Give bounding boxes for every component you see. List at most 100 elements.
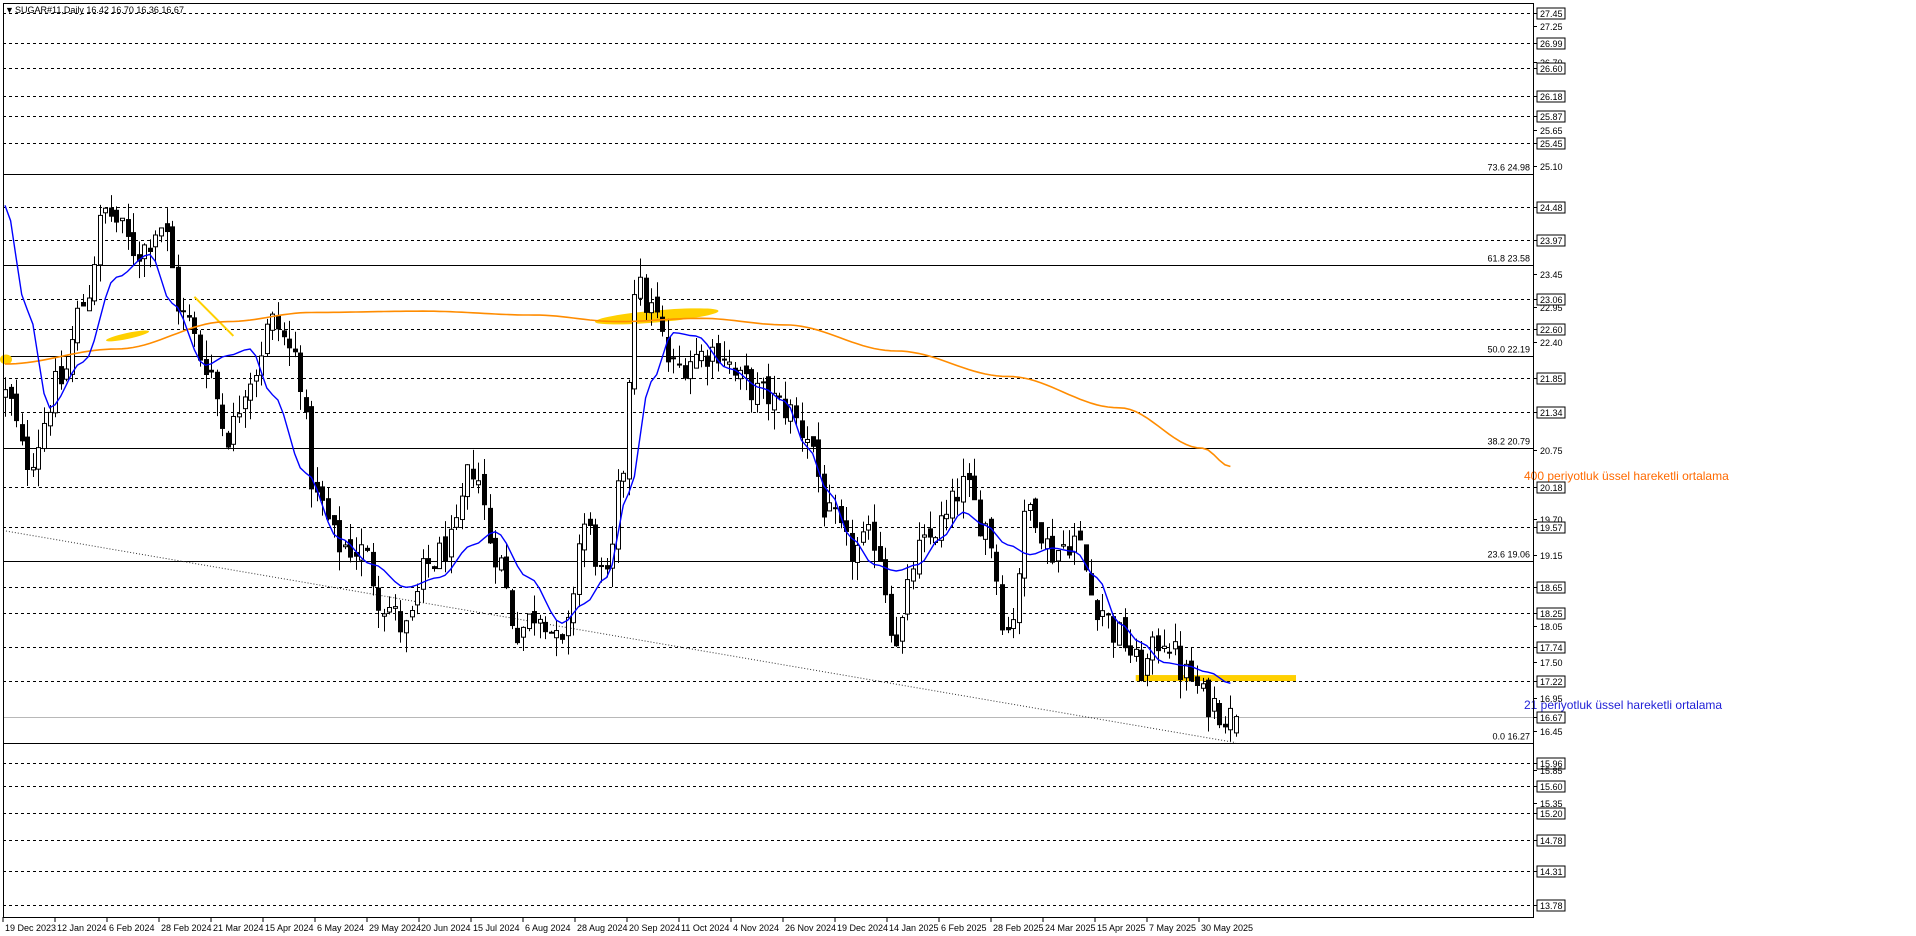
- candle-body: [499, 557, 504, 571]
- price-chart[interactable]: 73.6 24.98 61.8 23.58 50.0 22.19 38.2 20.79…: [0, 0, 1916, 936]
- candle-body: [560, 634, 565, 640]
- candle-body: [404, 620, 409, 634]
- candle-body: [215, 371, 220, 400]
- time-label: 11 Oct 2024: [681, 923, 729, 933]
- annotation-ema400: 400 periyotluk üssel hareketli ortalama: [1524, 469, 1729, 483]
- candle-body: [677, 363, 682, 366]
- candle-body: [671, 357, 676, 360]
- candle-body: [649, 302, 654, 314]
- candle-body: [1000, 584, 1005, 631]
- candle-body: [337, 520, 342, 553]
- candle-body: [955, 496, 960, 502]
- price-label: 13.78: [1540, 901, 1563, 911]
- candle-body: [1178, 645, 1183, 681]
- candle-body: [543, 621, 548, 633]
- price-label: 26.99: [1540, 39, 1563, 49]
- candle-body: [855, 544, 860, 563]
- candle-body: [894, 634, 899, 647]
- candle-body: [287, 338, 292, 349]
- highlight-mark: [193, 296, 235, 337]
- price-label: 25.87: [1540, 112, 1563, 122]
- candle-body: [1011, 619, 1016, 630]
- time-label: 20 Jun 2024: [421, 923, 471, 933]
- candle-body: [1128, 645, 1133, 656]
- candle-body: [510, 590, 515, 627]
- candle-body: [48, 411, 53, 427]
- candle-body: [493, 537, 498, 568]
- candle-body: [644, 277, 649, 313]
- chart-window[interactable]: 73.6 24.98 61.8 23.58 50.0 22.19 38.2 20.79…: [0, 0, 1916, 936]
- candle-body: [176, 266, 181, 312]
- candle-body: [917, 539, 922, 575]
- price-label: 20.75: [1540, 446, 1563, 456]
- highlight-marks: [0, 296, 1296, 682]
- candle-body: [265, 323, 270, 355]
- fibonacci-levels: 73.6 24.98 61.8 23.58 50.0 22.19 38.2 20.79…: [3, 163, 1533, 744]
- candle-body: [872, 521, 877, 551]
- candle-body: [582, 523, 587, 551]
- candle-body: [14, 393, 19, 422]
- time-label: 6 May 2024: [317, 923, 364, 933]
- time-axis[interactable]: 19 Dec 2023 12 Jan 2024 6 Feb 2024 28 Feb 2…: [2, 917, 1253, 933]
- candle-body: [627, 381, 632, 480]
- candle-body: [599, 564, 604, 568]
- candle-body: [293, 348, 298, 353]
- price-axis[interactable]: 27.4527.2526.9926.7026.6026.1825.8725.65…: [1533, 7, 1566, 912]
- candle-body: [605, 565, 610, 570]
- candle-body: [822, 473, 827, 518]
- price-label: 16.67: [1540, 713, 1563, 723]
- candle-body: [1167, 651, 1172, 654]
- candle-body: [1095, 600, 1100, 621]
- candle-body: [387, 606, 392, 613]
- time-label: 14 Jan 2025: [889, 923, 939, 933]
- candle-body: [554, 630, 559, 639]
- candle-body: [276, 315, 281, 330]
- candle-body: [1223, 723, 1228, 728]
- candle-body: [304, 397, 309, 413]
- candle-body: [978, 499, 983, 537]
- time-label: 7 May 2025: [1149, 923, 1196, 933]
- candle-body: [961, 475, 966, 503]
- candle-body: [53, 370, 58, 414]
- candle-body: [3, 389, 8, 398]
- candle-body: [705, 355, 710, 367]
- candle-body: [883, 559, 888, 596]
- ema21-line: [4, 205, 1231, 684]
- candle-body: [1123, 617, 1128, 649]
- price-label: 14.31: [1540, 867, 1563, 877]
- candle-body: [1217, 703, 1222, 726]
- fib-label: 23.6 19.06: [1487, 550, 1530, 560]
- candle-body: [64, 368, 69, 380]
- plot-frame: [3, 3, 1534, 918]
- candle-body: [950, 490, 955, 519]
- candle-body: [31, 466, 36, 471]
- candle-body: [1145, 658, 1150, 676]
- candle-body: [371, 551, 376, 587]
- candle-body: [1228, 707, 1233, 731]
- candle-body: [42, 422, 47, 450]
- candles: [3, 195, 1239, 742]
- price-label: 24.48: [1540, 203, 1563, 213]
- chart-header: ▼ SUGAR#11,Daily 16.42 16.70 16.36 16.67: [5, 5, 184, 15]
- candle-body: [1033, 498, 1038, 529]
- candle-body: [911, 568, 916, 582]
- candle-body: [638, 276, 643, 299]
- candle-body: [527, 613, 532, 630]
- price-label: 23.97: [1540, 236, 1563, 246]
- symbol-line: SUGAR#11,Daily 16.42 16.70 16.36 16.67: [15, 5, 184, 15]
- candle-body: [967, 472, 972, 481]
- candle-body: [59, 366, 64, 385]
- candle-body: [488, 507, 493, 544]
- candle-body: [220, 404, 225, 429]
- time-label: 20 Sep 2024: [629, 923, 680, 933]
- candle-body: [1061, 544, 1066, 547]
- candle-body: [114, 209, 119, 223]
- candle-body: [588, 518, 593, 527]
- candle-body: [621, 472, 626, 482]
- candle-body: [126, 219, 131, 237]
- candle-body: [1195, 676, 1200, 686]
- candle-body: [722, 358, 727, 361]
- candle-body: [410, 610, 415, 618]
- price-label: 21.34: [1540, 408, 1563, 418]
- time-label: 29 May 2024: [369, 923, 421, 933]
